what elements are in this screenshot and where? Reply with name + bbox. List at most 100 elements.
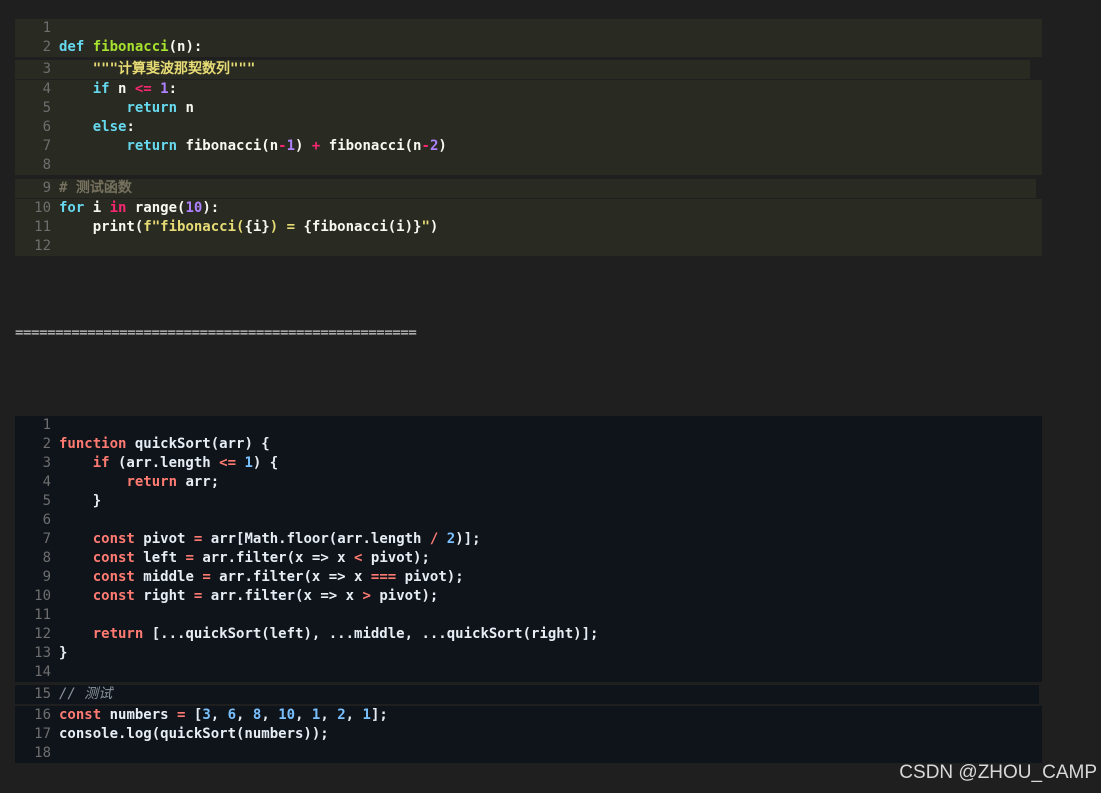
line-number: 9 xyxy=(42,180,51,196)
code-token: arr[Math.floor(arr.length xyxy=(202,531,430,547)
code-token: if xyxy=(92,455,110,471)
line-number: 10 xyxy=(34,588,51,604)
code-line: 1 xyxy=(15,416,1042,435)
line-number: 12 xyxy=(34,626,51,642)
code-token: 1 xyxy=(286,138,296,154)
code-token: - xyxy=(421,138,430,154)
line-number: 6 xyxy=(42,512,51,528)
line-number: 2 xyxy=(42,39,51,55)
code-line: 11 xyxy=(15,606,1042,625)
code-token: pivot xyxy=(134,531,194,547)
code-line: 8 xyxy=(15,156,1042,175)
code-token: , xyxy=(210,707,228,723)
code-token: ) xyxy=(438,138,447,154)
code-token: , xyxy=(320,707,338,723)
code-token: ) xyxy=(295,138,312,154)
code-token: pivot); xyxy=(396,569,464,585)
code-line: 3 if (arr.length <= 1) { xyxy=(15,454,1042,473)
line-number: 3 xyxy=(42,61,51,77)
code-line: 10 const right = arr.filter(x => x > piv… xyxy=(15,587,1042,606)
code-token: (arr.length xyxy=(109,455,220,471)
line-number: 4 xyxy=(42,474,51,490)
code-token: arr; xyxy=(177,474,220,490)
code-token: , xyxy=(345,707,363,723)
line-number: 6 xyxy=(42,119,51,135)
code-token: 10 xyxy=(278,707,296,723)
line-number: 1 xyxy=(42,20,51,36)
code-token: <= xyxy=(134,81,152,97)
code-line: 12 xyxy=(15,237,1042,256)
code-token: [...quickSort(left), ...middle, ...quick… xyxy=(143,626,599,642)
code-line: 18 xyxy=(15,744,1042,763)
code-line: 16 const numbers = [3, 6, 8, 10, 1, 2, 1]… xyxy=(15,706,1042,725)
line-number: 4 xyxy=(42,81,51,97)
code-token: const xyxy=(92,550,135,566)
code-token: (n): xyxy=(168,39,203,55)
separator-line: ========================================… xyxy=(15,325,417,341)
code-token: , xyxy=(236,707,253,723)
line-number: 3 xyxy=(42,455,51,471)
code-token: " xyxy=(421,219,430,235)
code-line: 6 xyxy=(15,511,1042,530)
code-token: - xyxy=(278,138,287,154)
line-number: 11 xyxy=(34,219,51,235)
code-token: for xyxy=(59,200,85,216)
line-number: 5 xyxy=(42,100,51,116)
code-token: {i} xyxy=(244,219,270,235)
code-token: 10 xyxy=(185,200,203,216)
code-token: ) xyxy=(429,219,439,235)
code-token: console.log(quickSort(numbers)); xyxy=(59,726,329,742)
code-token: function xyxy=(59,436,127,452)
code-token: # 测试函数 xyxy=(59,180,132,196)
code-token: ]; xyxy=(370,707,388,723)
code-line: 4 return arr; xyxy=(15,473,1042,492)
code-token: return xyxy=(126,138,178,154)
code-token: n xyxy=(177,100,194,116)
code-token: 3 xyxy=(202,707,211,723)
code-line: 15 // 测试 xyxy=(15,685,1039,704)
code-line: 12 return [...quickSort(left), ...middle… xyxy=(15,625,1042,644)
line-number: 9 xyxy=(42,569,51,585)
code-token: ) { xyxy=(252,455,279,471)
code-line: 7 const pivot = arr[Math.floor(arr.lengt… xyxy=(15,530,1042,549)
code-token: n xyxy=(109,81,135,97)
code-token: === xyxy=(370,569,397,585)
code-token: } xyxy=(59,645,68,661)
code-token: // 测试 xyxy=(59,686,113,702)
code-token: : xyxy=(168,81,178,97)
code-token: > xyxy=(362,588,371,604)
code-token: range( xyxy=(126,200,186,216)
code-token: const xyxy=(92,531,135,547)
code-token: middle xyxy=(134,569,203,585)
line-number: 12 xyxy=(34,238,51,254)
line-number: 1 xyxy=(42,417,51,433)
code-line: 3 """计算斐波那契数列""" xyxy=(15,60,1030,79)
code-line: 7 return fibonacci(n-1) + fibonacci(n-2) xyxy=(15,137,1042,156)
line-number: 16 xyxy=(34,707,51,723)
code-token: = xyxy=(185,550,194,566)
code-token: [ xyxy=(185,707,203,723)
line-number: 13 xyxy=(34,645,51,661)
line-number: 5 xyxy=(42,493,51,509)
code-token: fibonacci xyxy=(92,39,169,55)
code-token: return xyxy=(126,474,178,490)
code-token: 1 xyxy=(362,707,371,723)
code-token: fibonacci(n xyxy=(177,138,279,154)
line-number: 7 xyxy=(42,531,51,547)
code-token: , xyxy=(261,707,279,723)
code-line: 6 else: xyxy=(15,118,1042,137)
line-number: 8 xyxy=(42,550,51,566)
line-number: 17 xyxy=(34,726,51,742)
code-token: arr.filter(x => x xyxy=(210,569,371,585)
code-token: in xyxy=(109,200,127,216)
code-token: fibonacci(n xyxy=(320,138,422,154)
